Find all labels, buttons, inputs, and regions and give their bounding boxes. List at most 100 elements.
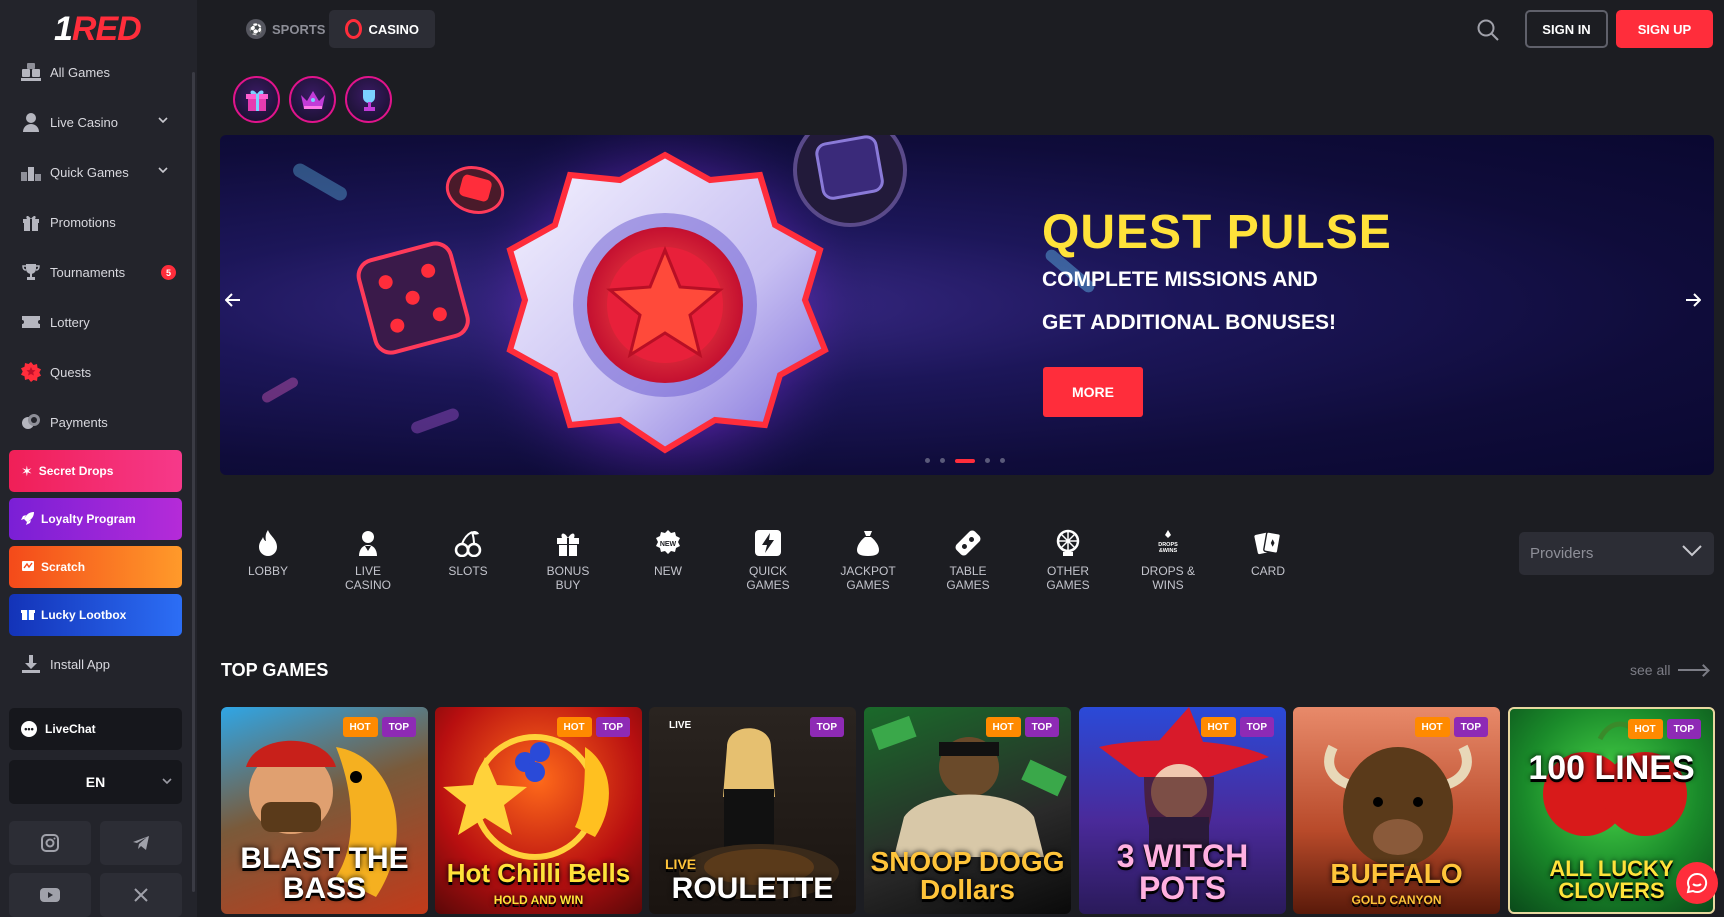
game-card-live-roulette[interactable]: LIVE LIVE ROULETTE TOP [649, 707, 856, 914]
game-tags: HOT TOP [342, 717, 416, 737]
chat-fab-button[interactable] [1676, 862, 1718, 904]
category-new[interactable]: NEW NEW [618, 528, 718, 578]
arrow-left-icon[interactable] [223, 290, 243, 310]
category-card[interactable]: CARD [1218, 528, 1318, 578]
hot-tag: HOT [556, 717, 592, 737]
search-icon[interactable] [1476, 18, 1500, 42]
category-live-casino[interactable]: LIVE CASINO [318, 528, 418, 592]
game-subtitle: HOLD AND WIN [493, 893, 584, 907]
ticket-icon [20, 311, 42, 333]
chat-bubble-icon: ••• [21, 721, 37, 737]
game-title-prefix: LIVE [665, 856, 697, 872]
category-label: CARD [1250, 564, 1285, 578]
category-drops-wins[interactable]: DROPS &WINS DROPS & WINS [1118, 528, 1218, 592]
chevron-down-icon [162, 775, 172, 787]
quest-icon [20, 361, 42, 383]
chevron-down-icon[interactable] [157, 114, 169, 126]
game-card-buffalo-gold-canyon[interactable]: BUFFALO GOLD CANYON HOT TOP [1293, 707, 1500, 914]
providers-placeholder: Providers [1530, 545, 1594, 562]
hot-tag: HOT [342, 717, 378, 737]
livechat-button[interactable]: ••• LiveChat [9, 708, 182, 750]
banner-title: QUEST PULSE [1042, 206, 1392, 259]
drops-wins-icon: DROPS &WINS [1154, 528, 1182, 558]
story-gift-icon[interactable] [233, 76, 280, 123]
chat-bubble-icon [1686, 872, 1708, 894]
language-select[interactable]: EN [9, 760, 182, 804]
lucky-lootbox-button[interactable]: Lucky Lootbox [9, 594, 182, 636]
instagram-icon[interactable] [9, 821, 91, 865]
category-bonus-buy[interactable]: BONUS BUY [518, 528, 618, 592]
sidebar-item-label: Tournaments [50, 264, 126, 280]
x-icon[interactable] [100, 873, 182, 917]
chip-icon [954, 528, 982, 558]
game-title: Hot Chilli Bells [446, 858, 631, 888]
category-table-games[interactable]: TABLE GAMES [918, 528, 1018, 592]
language-value: EN [85, 774, 106, 790]
sidebar-item-live-casino[interactable]: Live Casino [0, 100, 190, 144]
providers-dropdown[interactable]: Providers [1519, 532, 1714, 575]
sign-in-button[interactable]: SIGN IN [1525, 10, 1608, 48]
category-label: TABLE GAMES [946, 564, 990, 592]
sidebar-item-quick-games[interactable]: Quick Games [0, 150, 190, 194]
arrow-right-icon[interactable] [1683, 290, 1703, 310]
dealer-icon [354, 528, 382, 558]
category-label: BONUS BUY [546, 564, 590, 592]
carousel-dot-active[interactable] [955, 458, 975, 463]
banner-subtitle-line2: GET ADDITIONAL BONUSES! [1042, 311, 1337, 334]
logo[interactable]: 1RED [54, 10, 142, 49]
lightning-icon [754, 528, 782, 558]
game-tags: HOT TOP [1414, 717, 1488, 737]
sidebar-scrollbar[interactable] [192, 72, 195, 892]
cherries-icon [454, 528, 482, 558]
game-card-hot-chilli-bells[interactable]: Hot Chilli Bells HOLD AND WIN HOT TOP [435, 707, 642, 914]
secret-drops-button[interactable]: ✶ Secret Drops [9, 450, 182, 492]
category-slots[interactable]: SLOTS [418, 528, 518, 578]
promo-banner[interactable]: QUEST PULSE COMPLETE MISSIONS AND GET AD… [220, 135, 1714, 475]
see-all-link[interactable]: see all [1630, 662, 1709, 678]
story-crown-icon[interactable] [289, 76, 336, 123]
youtube-icon[interactable] [9, 873, 91, 917]
telegram-icon[interactable] [100, 821, 182, 865]
hot-tag: HOT [1200, 717, 1236, 737]
install-app-button[interactable]: Install App [0, 642, 190, 686]
game-tags: TOP [809, 717, 844, 737]
carousel-dot[interactable] [1000, 458, 1005, 463]
game-tags: HOT TOP [556, 717, 630, 737]
tab-sports[interactable]: ⚽ SPORTS [230, 10, 341, 48]
chevron-down-icon [1682, 544, 1702, 564]
svg-text:&WINS: &WINS [1159, 548, 1178, 554]
sidebar-item-tournaments[interactable]: Tournaments 5 [0, 250, 190, 294]
game-title: 100 LINES [1528, 749, 1695, 787]
sidebar-item-payments[interactable]: Payments [0, 400, 190, 444]
top-games-heading: TOP GAMES [221, 660, 329, 680]
game-card-3-witch-pots[interactable]: 3 WITCH POTS HOT TOP [1079, 707, 1286, 914]
game-card-blast-the-bass[interactable]: BLAST THE BASS HOT TOP [221, 707, 428, 914]
carousel-dot[interactable] [925, 458, 930, 463]
game-title: BUFFALO [1330, 858, 1463, 889]
category-lobby[interactable]: LOBBY [218, 528, 318, 578]
sidebar-item-lottery[interactable]: Lottery [0, 300, 190, 344]
svg-text:NEW: NEW [660, 541, 677, 548]
banner-more-button[interactable]: MORE [1043, 367, 1143, 417]
sidebar-item-label: Promotions [50, 214, 116, 230]
scratch-button[interactable]: Scratch [9, 546, 182, 588]
tab-casino-label: CASINO [368, 21, 419, 37]
category-quick-games[interactable]: QUICK GAMES [718, 528, 818, 592]
sign-up-button[interactable]: SIGN UP [1616, 10, 1713, 48]
tab-casino[interactable]: CASINO [329, 10, 435, 48]
carousel-dot[interactable] [985, 458, 990, 463]
category-jackpot-games[interactable]: JACKPOT GAMES [818, 528, 918, 592]
loyalty-program-button[interactable]: Loyalty Program [9, 498, 182, 540]
carousel-dot[interactable] [940, 458, 945, 463]
game-title: SNOOP DOGG Dollars [870, 846, 1065, 905]
game-card-snoop-dogg-dollars[interactable]: SNOOP DOGG Dollars HOT TOP [864, 707, 1071, 914]
scratch-icon [21, 559, 35, 576]
sidebar-item-all-games[interactable]: All Games [0, 50, 190, 94]
story-trophy-icon[interactable] [345, 76, 392, 123]
chevron-down-icon[interactable] [157, 164, 169, 176]
rocket-icon [21, 511, 35, 528]
category-other-games[interactable]: OTHER GAMES [1018, 528, 1118, 592]
sidebar-item-quests[interactable]: Quests [0, 350, 190, 394]
sidebar-item-promotions[interactable]: Promotions [0, 200, 190, 244]
category-label: QUICK GAMES [746, 564, 790, 592]
